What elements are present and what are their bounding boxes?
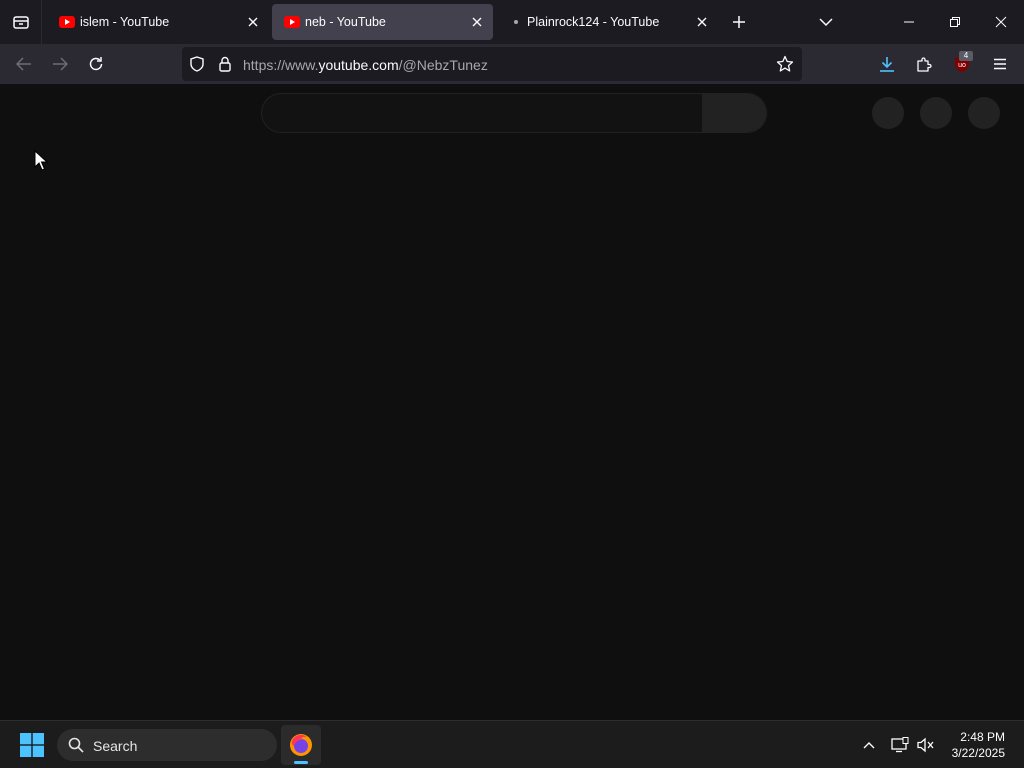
restore-icon xyxy=(950,17,960,27)
tab-islem[interactable]: islem - YouTube xyxy=(47,4,269,40)
taskbar-firefox-button[interactable] xyxy=(281,725,321,765)
tab-plainrock124[interactable]: Plainrock124 - YouTube xyxy=(496,4,718,40)
show-hidden-icons-button[interactable] xyxy=(859,735,879,755)
network-monitor-icon xyxy=(891,737,909,753)
windows-taskbar: Search 2:48 PM 3/22/2025 xyxy=(0,720,1024,768)
youtube-icon xyxy=(284,15,300,28)
skeleton-icon-placeholder xyxy=(872,97,904,129)
volume-button[interactable] xyxy=(916,735,936,755)
youtube-icon xyxy=(59,15,75,28)
screen: islem - YouTube neb - YouTube Plainrock1… xyxy=(0,0,1024,768)
restore-button[interactable] xyxy=(932,0,978,44)
youtube-search-button-skeleton xyxy=(702,94,766,132)
running-indicator xyxy=(294,761,308,764)
lock-icon[interactable] xyxy=(216,55,234,73)
bookmark-star-icon[interactable] xyxy=(776,55,794,73)
extension-badge: 4 xyxy=(959,51,973,61)
url-prefix: https://www. xyxy=(243,57,319,73)
extensions-button[interactable] xyxy=(910,50,938,78)
list-all-tabs-button[interactable] xyxy=(815,11,837,33)
tab-strip: islem - YouTube neb - YouTube Plainrock1… xyxy=(0,0,1024,44)
download-icon xyxy=(880,57,894,72)
chevron-up-icon xyxy=(863,742,875,749)
mouse-cursor-icon xyxy=(34,150,48,171)
url-text: https://www.youtube.com/@NebzTunez xyxy=(243,57,488,73)
clock-time: 2:48 PM xyxy=(960,730,1005,744)
search-icon xyxy=(68,737,84,753)
speaker-muted-icon xyxy=(917,737,934,753)
app-menu-button[interactable] xyxy=(986,50,1014,78)
url-path: /@NebzTunez xyxy=(398,57,488,73)
tab-title: Plainrock124 - YouTube xyxy=(527,15,660,29)
close-tab-icon[interactable] xyxy=(469,14,485,30)
arrow-left-icon xyxy=(16,57,31,71)
youtube-search-skeleton xyxy=(261,93,767,133)
tracking-protection-shield-icon[interactable] xyxy=(188,55,206,73)
close-tab-icon[interactable] xyxy=(245,14,261,30)
taskbar-search-label: Search xyxy=(93,738,138,754)
reload-icon xyxy=(89,57,103,71)
arrow-right-icon xyxy=(53,57,68,71)
puzzle-piece-icon xyxy=(917,57,932,72)
clock-date: 3/22/2025 xyxy=(951,746,1005,760)
taskbar-search-box[interactable]: Search xyxy=(57,729,277,761)
tab-manager-icon xyxy=(12,16,29,29)
downloads-button[interactable] xyxy=(873,50,901,78)
close-window-button[interactable] xyxy=(978,0,1024,44)
taskbar-clock[interactable]: 2:48 PM 3/22/2025 xyxy=(952,729,1005,761)
close-tab-icon[interactable] xyxy=(694,14,710,30)
reload-button[interactable] xyxy=(82,50,110,78)
url-host: youtube.com xyxy=(318,57,399,73)
tab-title: islem - YouTube xyxy=(80,15,170,29)
back-button[interactable] xyxy=(10,50,38,78)
skeleton-icon-placeholder xyxy=(920,97,952,129)
url-bar[interactable]: https://www.youtube.com/@NebzTunez xyxy=(182,47,802,81)
tab-neb[interactable]: neb - YouTube xyxy=(272,4,493,40)
plus-icon xyxy=(733,16,745,28)
navigation-toolbar: https://www.youtube.com/@NebzTunez uo xyxy=(0,44,1024,84)
firefox-icon xyxy=(290,734,312,756)
network-status-button[interactable] xyxy=(890,735,910,755)
tab-title: neb - YouTube xyxy=(305,15,386,29)
chevron-down-icon xyxy=(819,18,833,27)
skeleton-avatar-placeholder xyxy=(968,97,1000,129)
forward-button[interactable] xyxy=(46,50,74,78)
new-tab-button[interactable] xyxy=(728,11,750,33)
windows-start-icon[interactable] xyxy=(20,733,44,757)
close-icon xyxy=(995,16,1007,28)
hamburger-menu-icon xyxy=(994,58,1006,70)
loading-dot-icon xyxy=(508,15,524,28)
minimize-button[interactable] xyxy=(886,0,932,44)
svg-text:uo: uo xyxy=(958,62,966,69)
minimize-icon xyxy=(904,21,914,23)
tab-manager-button[interactable] xyxy=(0,0,42,44)
